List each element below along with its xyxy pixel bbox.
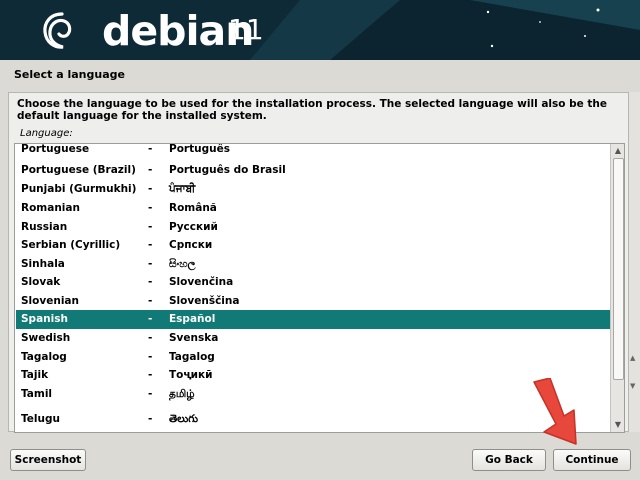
instruction-text: Choose the language to be used for the i… [17, 98, 608, 122]
language-name: Spanish [21, 313, 68, 325]
language-row[interactable]: Portuguese (Brazil) - Português do Brasil [16, 161, 610, 180]
language-row[interactable]: Spanish - Español [16, 310, 610, 329]
language-name: Swedish [21, 332, 71, 344]
language-row[interactable]: Tajik - Тоҷикӣ [16, 366, 610, 385]
language-name: Punjabi (Gurmukhi) [21, 183, 137, 195]
list-scrollbar[interactable]: ▲ ▼ [610, 144, 624, 432]
language-separator: - [148, 388, 153, 400]
continue-button[interactable]: Continue [553, 449, 631, 471]
language-native-name: සිංහල [169, 258, 196, 270]
language-separator: - [148, 369, 153, 381]
language-row[interactable]: Punjabi (Gurmukhi) - ਪੰਜਾਬੀ [16, 180, 610, 199]
screenshot-button[interactable]: Screenshot [10, 449, 86, 471]
language-name: Slovak [21, 276, 61, 288]
red-arrow-icon [533, 378, 577, 445]
language-separator: - [148, 202, 153, 214]
scroll-thumb[interactable] [613, 158, 624, 380]
language-name: Tajik [21, 369, 49, 381]
window-scrollbar[interactable]: ▲ ▼ [628, 92, 640, 432]
list-label: Language: [20, 128, 73, 139]
header-banner: debian 11 [0, 0, 640, 60]
go-back-button[interactable]: Go Back [472, 449, 546, 471]
language-separator: - [148, 164, 153, 176]
language-name: Serbian (Cyrillic) [21, 239, 121, 251]
language-separator: - [148, 183, 153, 195]
version-number: 11 [228, 13, 264, 46]
banner-decoration [250, 0, 640, 60]
page-title: Select a language [14, 68, 125, 81]
window-scroll-up-icon[interactable]: ▲ [630, 354, 635, 362]
language-native-name: Română [169, 202, 217, 214]
language-name: Portuguese (Brazil) [21, 164, 136, 176]
language-separator: - [148, 332, 153, 344]
language-row[interactable]: Slovenian - Slovenščina [16, 292, 610, 311]
language-separator: - [148, 143, 153, 155]
language-name: Sinhala [21, 258, 65, 270]
language-name: Portuguese [21, 143, 90, 155]
language-row[interactable]: Sinhala - සිංහල [16, 255, 610, 274]
language-native-name: Русский [169, 221, 218, 233]
language-name: Tagalog [21, 351, 67, 363]
language-separator: - [148, 351, 153, 363]
language-native-name: தமிழ் [169, 388, 195, 400]
language-separator: - [148, 239, 153, 251]
language-native-name: Српски [169, 239, 213, 251]
language-separator: - [148, 413, 153, 425]
language-row[interactable]: Tagalog - Tagalog [16, 348, 610, 367]
debian-swirl-icon [43, 12, 72, 49]
language-row[interactable]: Telugu - తెలుగు [16, 410, 610, 429]
language-native-name: తెలుగు [169, 413, 199, 425]
language-name: Tamil [21, 388, 53, 400]
language-native-name: Slovenčina [169, 276, 234, 288]
language-row[interactable]: Swedish - Svenska [16, 329, 610, 348]
language-separator: - [148, 295, 153, 307]
language-name: Romanian [21, 202, 80, 214]
language-native-name: ਪੰਜਾਬੀ [169, 183, 196, 195]
language-row[interactable]: Russian - Русский [16, 218, 610, 237]
scroll-down-icon[interactable]: ▼ [611, 418, 624, 432]
language-separator: - [148, 221, 153, 233]
language-native-name: Português [169, 143, 230, 155]
language-native-name: Slovenščina [169, 295, 240, 307]
language-native-name: Svenska [169, 332, 219, 344]
language-native-name: Тоҷикӣ [169, 369, 213, 381]
language-separator: - [148, 276, 153, 288]
language-row[interactable]: Portuguese - Português [16, 143, 610, 159]
language-native-name: Español [169, 313, 216, 325]
language-row[interactable]: Tamil - தமிழ் [16, 385, 610, 404]
scroll-up-icon[interactable]: ▲ [611, 144, 624, 158]
window-scroll-down-icon[interactable]: ▼ [630, 382, 635, 390]
language-separator: - [148, 258, 153, 270]
language-native-name: Tagalog [169, 351, 215, 363]
language-separator: - [148, 313, 153, 325]
language-row[interactable]: Slovak - Slovenčina [16, 273, 610, 292]
language-name: Slovenian [21, 295, 79, 307]
language-name: Telugu [21, 413, 60, 425]
language-row[interactable]: Serbian (Cyrillic) - Српски [16, 236, 610, 255]
language-native-name: Português do Brasil [169, 164, 286, 176]
language-name: Russian [21, 221, 68, 233]
language-row[interactable]: Romanian - Română [16, 199, 610, 218]
